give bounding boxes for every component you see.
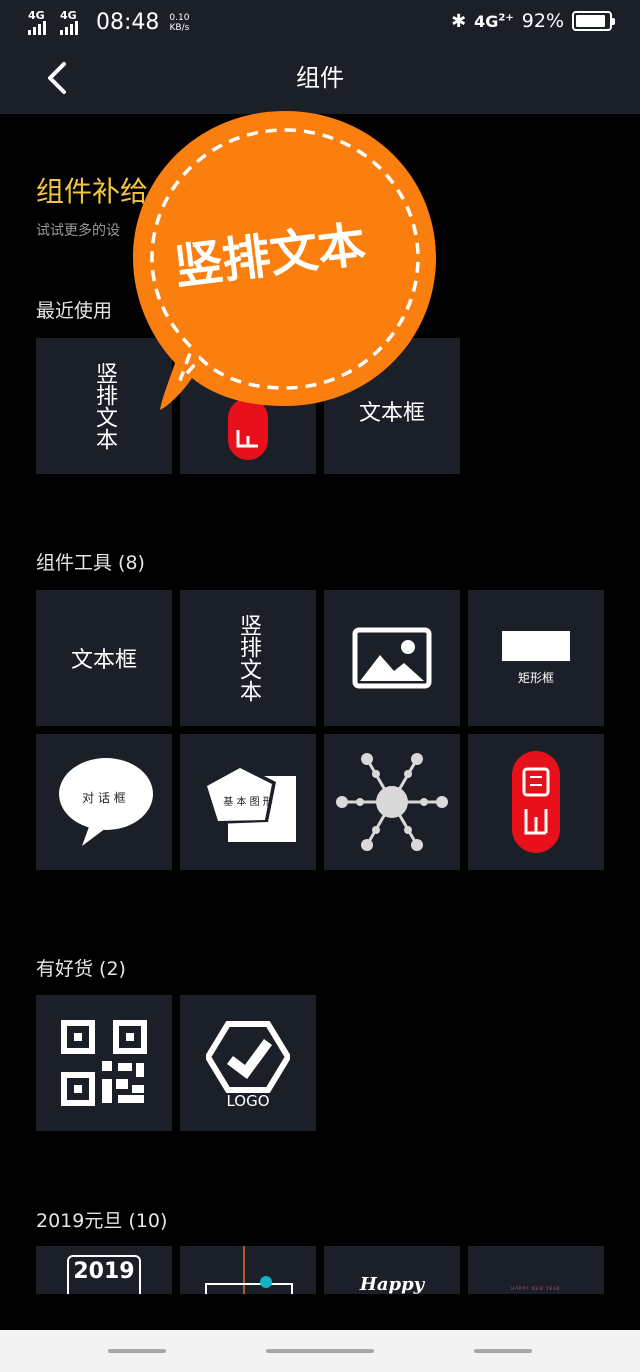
- image-icon: [352, 627, 432, 689]
- snowflake-icon: [336, 753, 448, 851]
- seal-icon: [512, 751, 560, 853]
- year-badge: 2019: [67, 1255, 141, 1294]
- bluetooth-icon: ✱: [451, 10, 467, 32]
- section-title-recent: 最近使用: [36, 300, 113, 322]
- nav-bar: 组件: [0, 50, 640, 114]
- nav-gesture-left[interactable]: [108, 1349, 166, 1353]
- tool-rectangle-tile[interactable]: 矩形框: [468, 590, 604, 726]
- tile-label: 基 本 图 形: [223, 796, 273, 808]
- tile-label: LOGO: [226, 1092, 270, 1110]
- nav-gesture-home[interactable]: [266, 1349, 374, 1353]
- newyear-2019-tile[interactable]: 2019: [36, 1246, 172, 1294]
- section-title-tools: 组件工具 (8): [36, 552, 145, 574]
- tool-basic-shape-tile[interactable]: 基 本 图 形: [180, 734, 316, 870]
- battery-icon: [572, 11, 615, 31]
- battery-percent: 92%: [521, 10, 564, 32]
- signal-icon: 4G: [28, 9, 54, 35]
- nav-gesture-right[interactable]: [474, 1349, 532, 1353]
- newyear-card-tile[interactable]: [180, 1246, 316, 1294]
- hanging-ornament-icon: [205, 1246, 293, 1294]
- speed-unit: KB/s: [169, 22, 190, 33]
- status-bar: 4G 4G 08:48 0.10 KB/s ✱ 4G2+ 92%: [0, 0, 640, 50]
- tool-seal-tile[interactable]: [468, 734, 604, 870]
- network-type: 4G2+: [474, 11, 514, 31]
- tool-textbox-tile[interactable]: 文本框: [36, 590, 172, 726]
- section-title-goods: 有好货 (2): [36, 958, 126, 980]
- tool-vertical-text-tile[interactable]: 竖排文本: [180, 590, 316, 726]
- rectangle-shape: [502, 630, 570, 661]
- tool-image-tile[interactable]: [324, 590, 460, 726]
- newyear-header-tile[interactable]: HAPPY NEW YEAR: [468, 1246, 604, 1294]
- tool-dialog-tile[interactable]: 对 话 框: [36, 734, 172, 870]
- speed-value: 0.10: [169, 12, 190, 23]
- system-nav-bar: [0, 1330, 640, 1372]
- banner-subtitle: 试试更多的设: [36, 223, 120, 239]
- tile-label: 文本框: [70, 648, 137, 673]
- tile-label: 对 话 框: [82, 790, 126, 805]
- clock: 08:48: [96, 10, 160, 35]
- page-title: 组件: [296, 64, 344, 92]
- goods-qrcode-tile[interactable]: [36, 995, 172, 1131]
- tool-snowflake-tile[interactable]: [324, 734, 460, 870]
- status-left: 4G 4G 08:48 0.10 KB/s: [28, 9, 189, 35]
- tile-label: 竖排文本: [236, 614, 261, 702]
- status-right: ✱ 4G2+ 92%: [451, 10, 615, 32]
- goods-logo-tile[interactable]: LOGO: [180, 995, 316, 1131]
- tile-label: 竖排文本: [92, 362, 117, 450]
- newyear-happy-tile[interactable]: Happy: [324, 1246, 460, 1294]
- network-speed: 0.10 KB/s: [169, 13, 189, 33]
- section-title-newyear: 2019元旦 (10): [36, 1210, 168, 1232]
- signal-icon-2: 4G: [60, 9, 86, 35]
- tile-label: HAPPY NEW YEAR: [511, 1285, 561, 1291]
- qr-code-icon: [61, 1020, 147, 1106]
- logo-hexagon-icon: [206, 1021, 290, 1093]
- tile-label: Happy: [359, 1273, 425, 1295]
- tile-label: 矩形框: [517, 670, 554, 685]
